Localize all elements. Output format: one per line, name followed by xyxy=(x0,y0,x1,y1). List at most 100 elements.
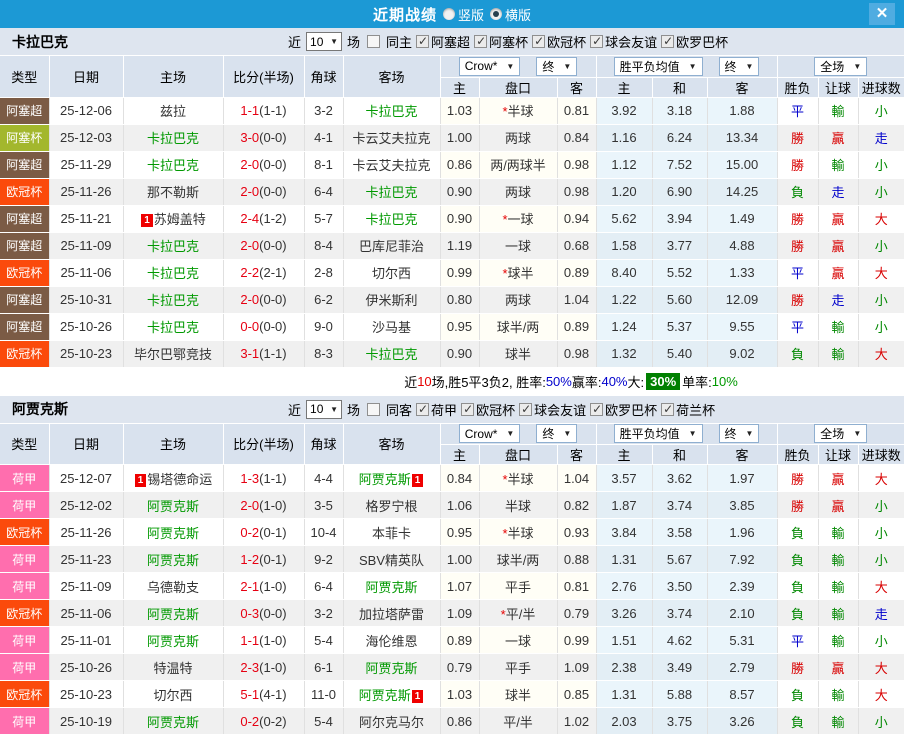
date-cell: 25-12-06 xyxy=(49,97,124,125)
league-filter-checkbox[interactable]: 阿塞杯 xyxy=(470,32,528,51)
league-cell: 阿塞超 xyxy=(0,286,50,314)
goals-cell: 小 xyxy=(858,286,904,314)
summary-segment: 40% xyxy=(601,374,628,389)
halftime-score: (0-2) xyxy=(259,713,287,729)
col-away: 客场 xyxy=(343,423,441,465)
checkbox-icon[interactable] xyxy=(367,402,381,416)
away-team-cell: 卡云艾夫拉克 xyxy=(343,151,441,179)
odds-source-select[interactable]: Crow* ▼ xyxy=(458,56,521,76)
halftime-score: (0-0) xyxy=(259,238,287,253)
col-date: 日期 xyxy=(49,423,124,465)
avg-home-cell: 3.26 xyxy=(596,599,653,627)
home-team-name: 卡拉巴克 xyxy=(146,266,199,281)
checkbox-checked-icon[interactable] xyxy=(474,34,488,48)
league-filter-label: 荷甲 xyxy=(431,402,458,418)
checkbox-checked-icon[interactable] xyxy=(661,402,675,416)
full-match-select[interactable]: 全场 ▼ xyxy=(814,56,868,76)
avg-home-cell: 1.58 xyxy=(596,232,653,260)
avg-away-cell: 5.31 xyxy=(707,626,778,654)
avg-draw-cell: 4.62 xyxy=(652,626,708,654)
league-cell: 欧冠杯 xyxy=(0,340,50,368)
odds-source-select[interactable]: Crow* ▼ xyxy=(458,424,521,444)
league-filter-group: 荷甲 欧冠杯 球会友谊 欧罗巴杯 荷兰杯 xyxy=(412,400,715,419)
score-cell: 2-4(1-2) xyxy=(223,205,305,233)
handicap-result-cell: 贏 xyxy=(818,653,859,681)
date-cell: 25-11-06 xyxy=(49,259,124,287)
odds-away-cell: 1.09 xyxy=(557,653,597,681)
close-icon[interactable]: ✕ xyxy=(869,3,895,25)
checkbox-checked-icon[interactable] xyxy=(461,402,475,416)
home-team-cell: 阿贾克斯 xyxy=(123,491,224,519)
avg-source-select[interactable]: 胜平负均值 ▼ xyxy=(613,424,703,444)
league-filter-checkbox[interactable]: 欧罗巴杯 xyxy=(657,32,728,51)
fulltime-score: 1-3 xyxy=(240,470,260,486)
layout-radio-vertical[interactable]: 竖版 xyxy=(442,5,484,24)
league-filter-checkbox[interactable]: 阿塞超 xyxy=(412,32,470,51)
near-label: 近 xyxy=(288,402,302,418)
radio-vertical-label: 竖版 xyxy=(457,7,484,23)
league-filter-checkbox[interactable]: 欧罗巴杯 xyxy=(586,400,657,419)
col-avg-draw: 和 xyxy=(652,444,708,465)
league-filter-checkbox[interactable]: 荷兰杯 xyxy=(657,400,715,419)
fulltime-score: 2-0 xyxy=(240,184,260,199)
fulltime-score: 1-2 xyxy=(240,551,260,567)
avg-final-select[interactable]: 终 ▼ xyxy=(718,424,760,444)
handicap-name: 半球 xyxy=(504,498,531,514)
same-venue-checkbox[interactable]: 同主 xyxy=(360,32,412,51)
handicap-cell: *平/半 xyxy=(479,599,558,627)
col-corner: 角球 xyxy=(304,56,344,98)
summary-segment: 10 xyxy=(417,374,432,389)
same-venue-checkbox[interactable]: 同客 xyxy=(360,400,412,419)
league-filter-checkbox[interactable]: 荷甲 xyxy=(412,400,457,419)
result-cell: 平 xyxy=(777,97,819,125)
home-team-name: 兹拉 xyxy=(159,104,186,119)
avg-source-select[interactable]: 胜平负均值 ▼ xyxy=(613,56,703,76)
avg-final-select[interactable]: 终 ▼ xyxy=(718,56,760,76)
home-team-cell: 阿贾克斯 xyxy=(123,599,224,627)
corner-cell: 3-5 xyxy=(304,491,344,519)
checkbox-checked-icon[interactable] xyxy=(416,402,430,416)
checkbox-checked-icon[interactable] xyxy=(519,402,533,416)
checkbox-checked-icon[interactable] xyxy=(590,402,604,416)
games-count-select[interactable]: 10 ▼ xyxy=(306,399,343,419)
result-cell: 平 xyxy=(777,259,819,287)
league-filter-checkbox[interactable]: 欧冠杯 xyxy=(457,400,515,419)
result-cell: 平 xyxy=(777,626,819,654)
odds-final-select[interactable]: 终 ▼ xyxy=(536,56,578,76)
layout-radio-horizontal[interactable]: 横版 xyxy=(490,5,531,24)
result-cell: 負 xyxy=(777,518,819,546)
checkbox-checked-icon[interactable] xyxy=(416,34,430,48)
league-filter-checkbox[interactable]: 球会友谊 xyxy=(586,32,657,51)
league-filter-checkbox[interactable]: 球会友谊 xyxy=(515,400,586,419)
games-count-select[interactable]: 10 ▼ xyxy=(306,32,343,51)
halftime-score: (1-0) xyxy=(259,578,287,594)
home-team-name: 卡拉巴克 xyxy=(146,239,199,254)
avg-draw-cell: 3.74 xyxy=(652,599,708,627)
date-cell: 25-11-01 xyxy=(49,626,124,654)
checkbox-checked-icon[interactable] xyxy=(532,34,546,48)
home-team-cell: 阿贾克斯 xyxy=(123,626,224,654)
checkbox-icon[interactable] xyxy=(367,35,381,48)
col-odds-away: 客 xyxy=(557,77,597,98)
checkbox-checked-icon[interactable] xyxy=(661,34,675,48)
handicap-result-cell: 輸 xyxy=(818,313,859,341)
result-cell: 負 xyxy=(777,178,819,206)
odds-final-select[interactable]: 终 ▼ xyxy=(536,424,578,444)
date-cell: 25-10-26 xyxy=(49,653,124,681)
league-filter-checkbox[interactable]: 欧冠杯 xyxy=(528,32,586,51)
odds-home-cell: 0.84 xyxy=(440,464,480,492)
checkbox-checked-icon[interactable] xyxy=(590,34,604,48)
odds-home-cell: 1.19 xyxy=(440,232,480,260)
games-count-value: 10 xyxy=(310,34,324,49)
radio-vertical-icon[interactable] xyxy=(442,8,455,20)
radio-horizontal-icon[interactable] xyxy=(490,8,502,20)
goals-cell: 小 xyxy=(858,518,904,546)
halftime-score: (0-0) xyxy=(259,184,287,199)
full-match-select[interactable]: 全场 ▼ xyxy=(814,424,868,444)
home-team-name: 阿贾克斯 xyxy=(146,552,199,568)
odds-home-cell: 1.00 xyxy=(440,545,480,573)
handicap-name: 平手 xyxy=(504,660,531,676)
match-row: 荷甲 25-11-09 乌德勒支 2-1(1-0) 6-4 阿贾克斯 1.07 平手 0.81 2… xyxy=(0,572,904,600)
odds-away-cell: 0.81 xyxy=(557,572,597,600)
fulltime-score: 2-0 xyxy=(240,238,260,253)
